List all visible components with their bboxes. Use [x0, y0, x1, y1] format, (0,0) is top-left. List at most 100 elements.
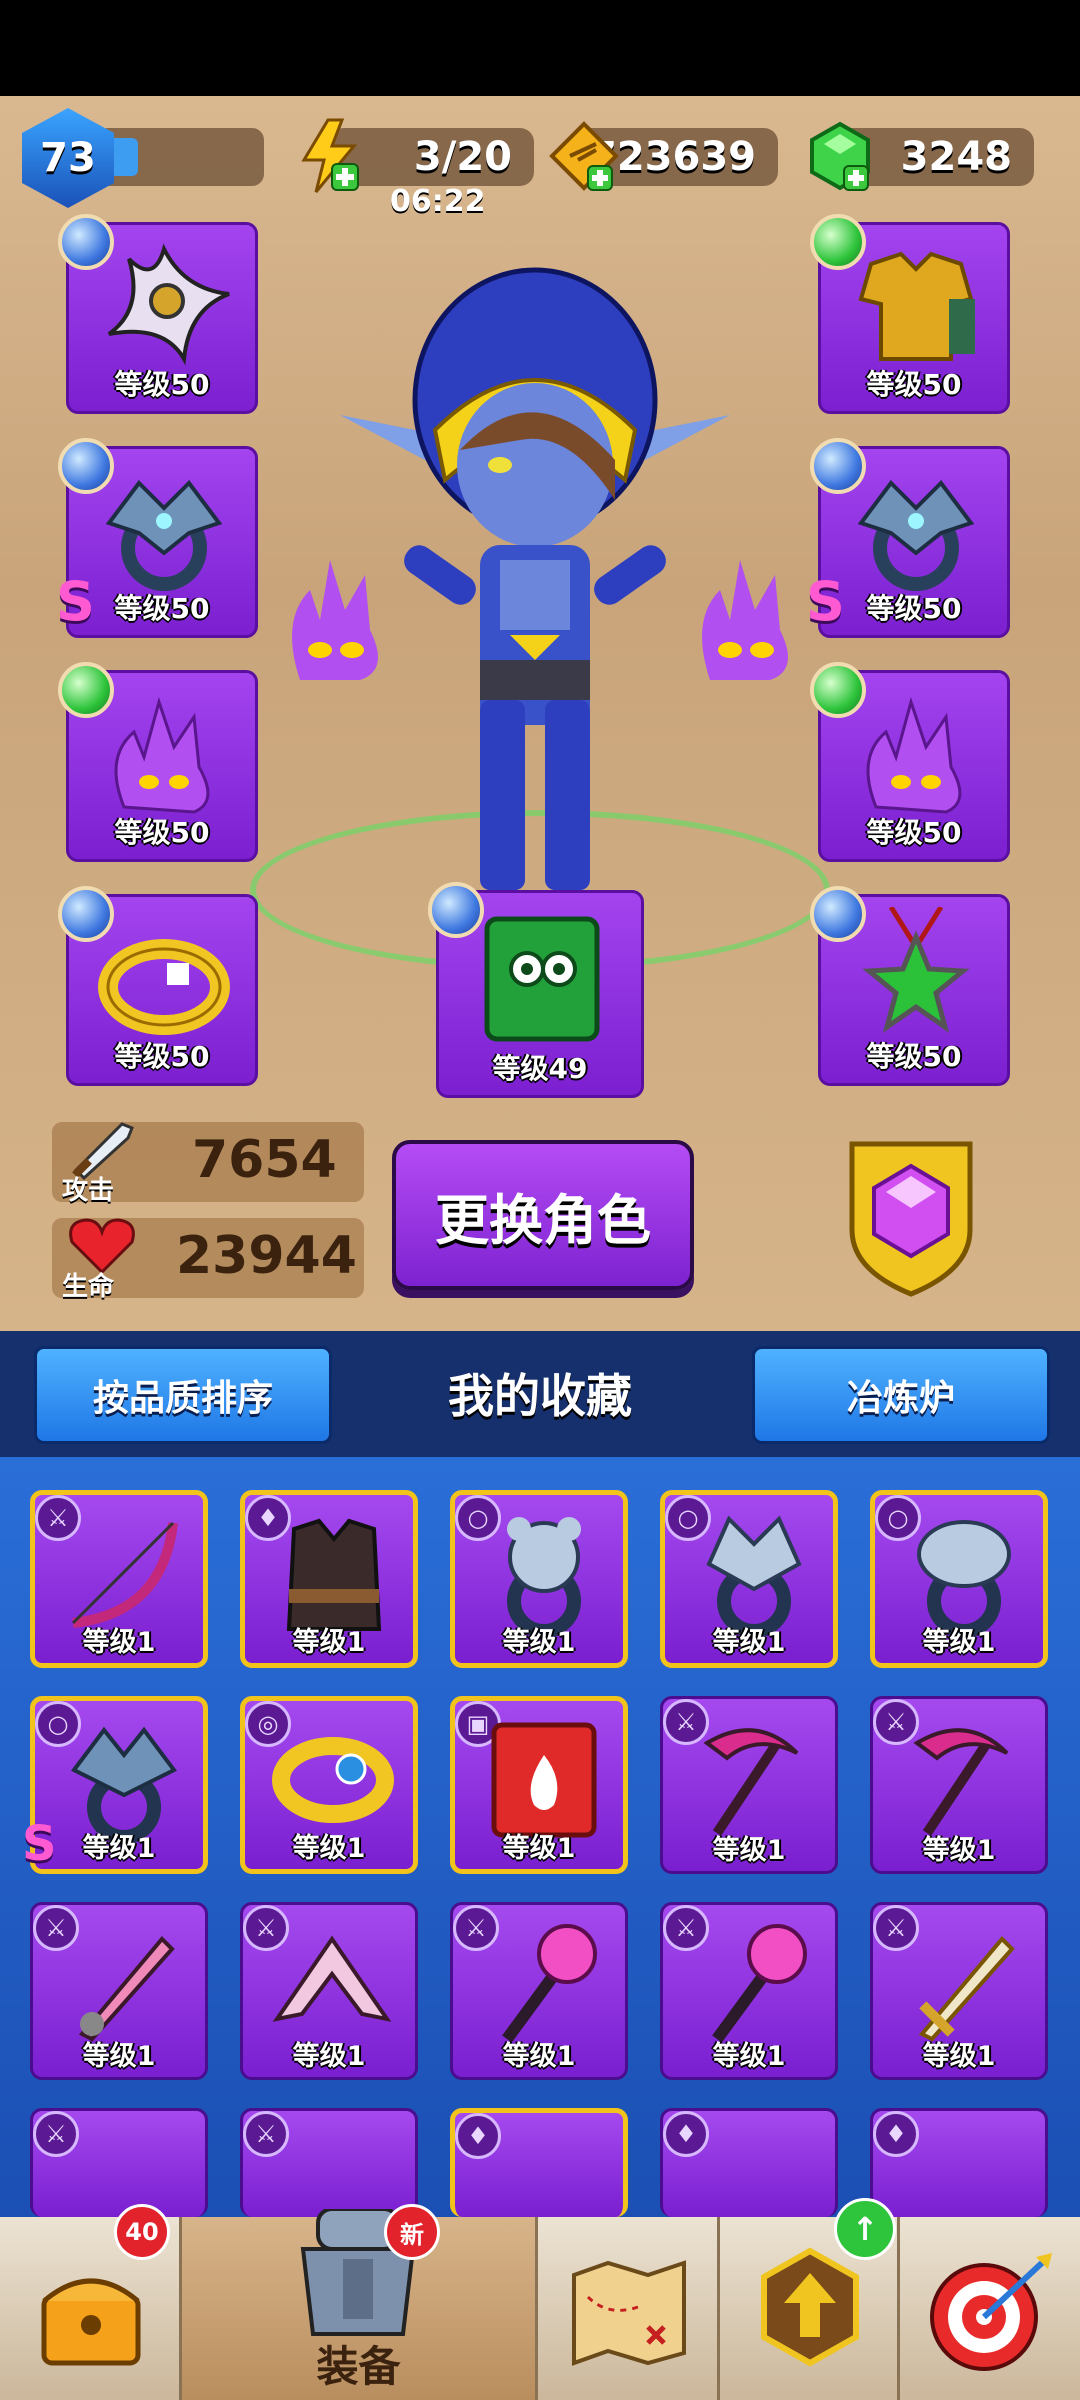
item-bracelet[interactable]: ◎ 等级1 — [240, 1696, 418, 1874]
item-level: 等级1 — [922, 1835, 996, 1866]
status-bar — [0, 0, 1080, 96]
pink-sword-icon — [78, 1936, 175, 2042]
item-staff[interactable]: ⚔ 等级1 — [660, 1902, 838, 2080]
hp-label: 生命 — [62, 1272, 115, 1302]
gold-bracelet-icon — [272, 1737, 394, 1823]
s-rank-badge: S — [22, 1816, 57, 1872]
crest-shield-icon[interactable] — [840, 1130, 982, 1298]
pet-spirit-right — [690, 550, 800, 690]
hp-stat: 生命 23944 — [52, 1218, 364, 1302]
nav-equipment-label: 装备 — [316, 2342, 401, 2391]
item-level: 等级1 — [922, 2041, 996, 2072]
item-level: 等级1 — [712, 1627, 786, 1658]
nav-equipment[interactable]: 装备 — [182, 2209, 538, 2400]
attack-stat: 攻击 7654 — [52, 1122, 364, 1206]
rarity-orb-blue — [810, 438, 866, 494]
slot-level: 等级50 — [114, 592, 210, 625]
notification-badge: 40 — [114, 2204, 170, 2260]
rarity-orb-blue — [810, 886, 866, 942]
item-level: 等级1 — [922, 1627, 996, 1658]
slot-level: 等级50 — [866, 816, 962, 849]
item-beast-ring[interactable]: ○ 等级1 — [870, 1490, 1048, 1668]
rarity-orb-blue — [428, 882, 484, 938]
armor-type-icon: ♦ — [455, 2113, 501, 2159]
weapon-type-icon: ⚔ — [243, 2111, 289, 2157]
slot-level: 等级49 — [492, 1052, 588, 1085]
treasure-chest-icon — [41, 2278, 141, 2366]
gold-armor-icon — [858, 251, 975, 361]
collection-title: 我的收藏 — [448, 1369, 632, 1423]
change-hero-label: 更换角色 — [435, 1188, 651, 1252]
energy-value: 3/20 — [413, 134, 512, 180]
orb-staff-icon — [502, 1924, 597, 2043]
item-level: 等级1 — [502, 2041, 576, 2072]
spirit-pet-icon — [866, 696, 962, 814]
hp-value: 23944 — [176, 1226, 357, 1286]
scythe-icon — [913, 1728, 1009, 1836]
weapon-type-icon: ⚔ — [33, 2111, 79, 2157]
energy-timer: 06:22 — [390, 184, 486, 219]
item-scythe[interactable]: ⚔ 等级1 — [660, 1696, 838, 1874]
slot-level: 等级50 — [114, 1040, 210, 1073]
item-level: 等级1 — [712, 2041, 786, 2072]
smelter-button[interactable]: 冶炼炉 — [752, 1346, 1050, 1444]
attack-value: 7654 — [192, 1130, 337, 1190]
bow-icon — [71, 1521, 178, 1628]
item-level: 等级1 — [82, 1833, 156, 1864]
item-partial[interactable]: ♦ — [660, 2108, 838, 2217]
attack-label: 攻击 — [62, 1176, 115, 1206]
gem-add-icon[interactable] — [804, 120, 878, 194]
s-rank-badge: S — [806, 570, 845, 633]
item-staff[interactable]: ⚔ 等级1 — [450, 1902, 628, 2080]
hero-character[interactable] — [330, 260, 740, 900]
item-fire-book[interactable]: ▣ 等级1 — [450, 1696, 628, 1874]
boomerang-icon — [272, 1935, 392, 2022]
rarity-orb-blue — [58, 886, 114, 942]
item-partial[interactable]: ♦ — [450, 2108, 628, 2217]
item-level: 等级1 — [292, 2041, 366, 2072]
item-bow[interactable]: ⚔ 等级1 — [30, 1490, 208, 1668]
coin-add-icon[interactable] — [548, 120, 622, 194]
item-level: 等级1 — [82, 1627, 156, 1658]
slot-level: 等级50 — [866, 368, 962, 401]
slot-level: 等级50 — [866, 592, 962, 625]
sort-by-quality-button[interactable]: 按品质排序 — [34, 1346, 332, 1444]
gold-sword-icon — [918, 1936, 1015, 2042]
item-pink-sword[interactable]: ⚔ 等级1 — [30, 1902, 208, 2080]
rarity-orb-green — [58, 662, 114, 718]
spirit-pet-icon — [114, 696, 210, 814]
change-hero-button[interactable]: 更换角色 — [392, 1140, 694, 1290]
slot-level: 等级50 — [114, 368, 210, 401]
item-vest[interactable]: ♦ 等级1 — [240, 1490, 418, 1668]
smelter-label: 冶炼炉 — [846, 1378, 955, 1419]
bracelet-icon — [98, 939, 230, 1035]
shuriken-icon — [107, 243, 230, 366]
armor-type-icon: ♦ — [873, 2111, 919, 2157]
item-partial[interactable]: ⚔ — [240, 2108, 418, 2217]
energy-add-icon[interactable] — [298, 118, 362, 194]
nav-challenge[interactable] — [900, 2217, 1080, 2400]
item-gold-sword[interactable]: ⚔ 等级1 — [870, 1902, 1048, 2080]
map-icon — [572, 2260, 686, 2366]
upgrade-arrow-icon — [761, 2247, 859, 2367]
item-partial[interactable]: ♦ — [870, 2108, 1048, 2217]
xp-bar — [96, 128, 264, 186]
item-partial[interactable]: ⚔ — [30, 2108, 208, 2217]
dragon-ring-icon — [105, 479, 223, 591]
nav-map[interactable] — [538, 2217, 720, 2400]
rarity-orb-blue — [58, 214, 114, 270]
item-bear-ring[interactable]: ○ 等级1 — [450, 1490, 628, 1668]
new-badge: 新 — [384, 2204, 440, 2260]
scythe-icon — [703, 1728, 799, 1836]
sort-label: 按品质排序 — [92, 1378, 273, 1419]
rarity-orb-green — [810, 214, 866, 270]
item-level: 等级1 — [82, 2041, 156, 2072]
item-level: 等级1 — [712, 1835, 786, 1866]
item-wolf-ring[interactable]: ○ 等级1 — [660, 1490, 838, 1668]
rarity-orb-green — [810, 662, 866, 718]
item-scythe[interactable]: ⚔ 等级1 — [870, 1696, 1048, 1874]
item-boomerang[interactable]: ⚔ 等级1 — [240, 1902, 418, 2080]
item-dragon-ring[interactable]: ○ 等级1 — [30, 1696, 208, 1874]
item-level: 等级1 — [292, 1833, 366, 1864]
orb-staff-icon — [712, 1924, 807, 2043]
